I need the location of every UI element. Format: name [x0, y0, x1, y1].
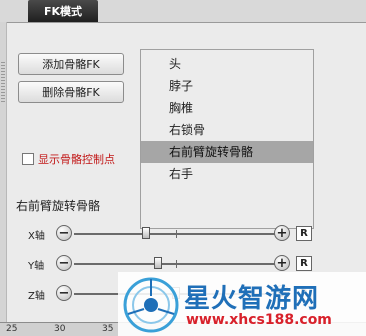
slider-center-tick [176, 230, 177, 238]
show-control-points-label: 显示骨骼控制点 [38, 153, 115, 166]
reset-button[interactable]: R [296, 256, 312, 271]
ruler-number: 25 [6, 324, 18, 334]
ruler-number: 35 [102, 324, 114, 334]
grip-handle[interactable] [1, 62, 5, 102]
watermark: 星火智游网 www.xhcs188.com [118, 272, 366, 336]
axis-label: Y轴 [28, 261, 45, 272]
slider-row: X轴 − + R [0, 225, 366, 243]
axis-label: Z轴 [28, 291, 45, 302]
remove-bone-fk-button[interactable]: 删除骨骼FK [18, 81, 124, 103]
bone-list-item[interactable]: 脖子 [141, 75, 313, 97]
slider-track[interactable] [74, 227, 278, 239]
decrease-button[interactable]: − [56, 225, 72, 241]
slider-thumb[interactable] [142, 227, 151, 239]
left-edge-bar [0, 22, 7, 322]
selected-bone-label: 右前臂旋转骨骼 [16, 199, 101, 213]
add-bone-fk-button[interactable]: 添加骨骼FK [18, 53, 124, 75]
bone-list-item[interactable]: 头 [141, 53, 313, 75]
show-control-points-row[interactable]: 显示骨骼控制点 [22, 151, 115, 167]
reset-button[interactable]: R [296, 226, 312, 241]
bone-list-item[interactable]: 右前臂旋转骨骼 [141, 141, 313, 163]
slider-track[interactable] [74, 257, 278, 269]
bone-list-item[interactable]: 胸椎 [141, 97, 313, 119]
decrease-button[interactable]: − [56, 255, 72, 271]
watermark-logo-icon [123, 277, 179, 333]
increase-button[interactable]: + [274, 225, 290, 241]
bone-list-item[interactable]: 右锁骨 [141, 119, 313, 141]
bone-list-item[interactable]: 右手 [141, 163, 313, 185]
decrease-button[interactable]: − [56, 285, 72, 301]
show-control-points-checkbox[interactable] [22, 153, 34, 165]
slider-center-tick [176, 260, 177, 268]
axis-label: X轴 [28, 231, 45, 242]
increase-button[interactable]: + [274, 255, 290, 271]
ruler-number: 30 [54, 324, 66, 334]
watermark-url: www.xhcs188.com [186, 312, 332, 328]
bone-list[interactable]: 头脖子 胸椎 右锁骨 右前臂旋转骨骼 右手 [140, 49, 314, 229]
slider-thumb[interactable] [153, 257, 162, 269]
slider-row: Y轴 − + R [0, 255, 366, 273]
watermark-title: 星火智游网 [184, 284, 320, 314]
tab-fk-mode[interactable]: FK模式 [28, 0, 98, 22]
